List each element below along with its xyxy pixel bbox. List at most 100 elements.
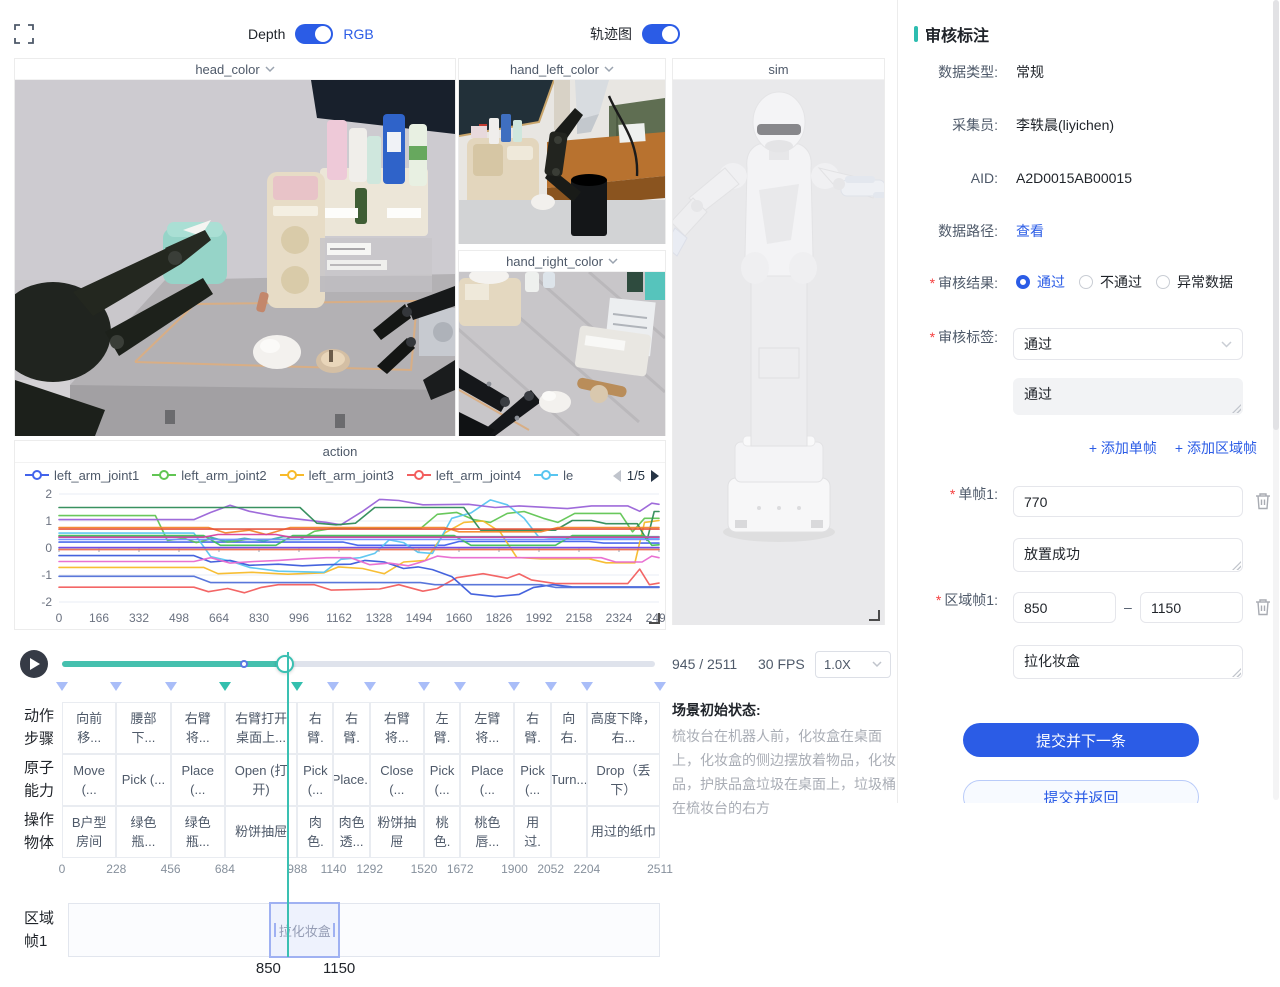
region-frame-track[interactable]: 拉化妆盒	[68, 903, 660, 957]
depth-rgb-toggle[interactable]	[295, 24, 333, 44]
hand-right-camera-header[interactable]: hand_right_color	[459, 251, 665, 272]
atomic-abilities-cell[interactable]: Pick (...	[514, 754, 550, 806]
action-steps-cell[interactable]: 右臂将...	[370, 702, 424, 754]
submit-return-button[interactable]: 提交并返回	[963, 780, 1199, 803]
action-steps-cell[interactable]: 右臂.	[514, 702, 550, 754]
segment-marker[interactable]	[56, 682, 68, 697]
action-steps-cell[interactable]: 左臂将...	[460, 702, 514, 754]
data-path-link[interactable]: 查看	[1016, 221, 1044, 241]
play-button[interactable]	[20, 650, 48, 678]
legend-item-left_arm_joint3[interactable]: left_arm_joint3	[280, 468, 394, 483]
hand-left-camera-header[interactable]: hand_left_color	[459, 59, 665, 80]
single-frame-marker-dot[interactable]	[240, 660, 248, 668]
action-steps-cell[interactable]: 右臂.	[333, 702, 369, 754]
head-camera-header[interactable]: head_color	[15, 59, 455, 80]
delete-region-frame-icon[interactable]	[1255, 598, 1271, 616]
region-end-input[interactable]	[1140, 592, 1243, 623]
operated-objects-cell[interactable]: 肉色.	[297, 806, 333, 858]
operated-objects-cell[interactable]: 绿色瓶...	[171, 806, 225, 858]
atomic-abilities-cell[interactable]: Close (...	[370, 754, 424, 806]
segment-marker[interactable]	[545, 682, 557, 697]
atomic-abilities-cell[interactable]: Pick (...	[424, 754, 460, 806]
review-result-option-1[interactable]: 不通过	[1079, 272, 1142, 292]
segment-marker[interactable]	[165, 682, 177, 697]
atomic-abilities-cell[interactable]: Open (打开)	[225, 754, 297, 806]
action-steps-cell[interactable]: 腰部下...	[116, 702, 170, 754]
operated-objects-cell[interactable]: 桃色唇...	[460, 806, 514, 858]
segment-right-handle[interactable]	[333, 923, 335, 937]
atomic-abilities-cell[interactable]: Place (...	[171, 754, 225, 806]
segment-marker[interactable]	[291, 682, 303, 697]
legend-item-left_arm_joint2[interactable]: left_arm_joint2	[152, 468, 266, 483]
atomic-abilities-cell[interactable]: Move (...	[62, 754, 116, 806]
review-result-option-0[interactable]: 通过	[1016, 272, 1065, 292]
panel-scrollbar-thumb[interactable]	[1273, 0, 1279, 430]
operated-objects-cell[interactable]: 用过.	[514, 806, 550, 858]
segment-marker[interactable]	[219, 682, 231, 697]
single-frame-input[interactable]	[1013, 486, 1243, 517]
action-steps-cell[interactable]: 左臂.	[424, 702, 460, 754]
required-asterisk: *	[936, 592, 941, 608]
add-single-frame-link[interactable]: + 添加单帧	[1089, 438, 1157, 458]
segment-marker[interactable]	[581, 682, 593, 697]
operated-objects-cell[interactable]: 用过的纸巾	[587, 806, 660, 858]
legend-item-le[interactable]: le	[534, 468, 573, 483]
resize-handle-icon[interactable]	[649, 613, 660, 624]
action-steps-cell[interactable]: 高度下降，右...	[587, 702, 660, 754]
operated-objects-cell[interactable]: 粉饼抽屉	[370, 806, 424, 858]
atomic-abilities-cell[interactable]: Turn...	[551, 754, 587, 806]
speed-select[interactable]: 1.0X	[815, 651, 891, 678]
svg-text:1328: 1328	[366, 611, 393, 625]
required-asterisk: *	[930, 275, 935, 291]
segment-marker[interactable]	[110, 682, 122, 697]
submit-next-button[interactable]: 提交并下一条	[963, 723, 1199, 757]
svg-text:2158: 2158	[566, 611, 593, 625]
delete-single-frame-icon[interactable]	[1255, 492, 1271, 510]
action-steps-cell[interactable]: 向右.	[551, 702, 587, 754]
operated-objects-cell[interactable]: 粉饼抽屉	[225, 806, 297, 858]
resize-handle-icon[interactable]	[869, 610, 880, 621]
operated-objects-cell[interactable]: 肉色透...	[333, 806, 369, 858]
segment-marker[interactable]	[327, 682, 339, 697]
segment-marker[interactable]	[454, 682, 466, 697]
region-segment-label: 拉化妆盒	[279, 921, 331, 940]
single-frame-note-textarea[interactable]: 放置成功	[1013, 538, 1243, 572]
field-label: AID:	[898, 170, 998, 186]
legend-next-icon[interactable]	[650, 470, 659, 482]
atomic-abilities-cell[interactable]: Pick (...	[297, 754, 333, 806]
segment-marker[interactable]	[654, 682, 666, 697]
segment-marker[interactable]	[364, 682, 376, 697]
legend-prev-icon[interactable]	[613, 470, 622, 482]
action-steps-cell[interactable]: 右臂打开桌面上...	[225, 702, 297, 754]
atomic-abilities-cell[interactable]: Place (...	[460, 754, 514, 806]
progress-slider-handle[interactable]	[276, 655, 294, 673]
review-tag-note-textarea[interactable]: 通过	[1013, 378, 1243, 415]
depth-rgb-toggle-group: Depth RGB	[248, 24, 374, 44]
legend-item-left_arm_joint1[interactable]: left_arm_joint1	[25, 468, 139, 483]
region-start-input[interactable]	[1013, 592, 1116, 623]
sim-view[interactable]	[673, 80, 884, 625]
operated-objects-cell[interactable]	[551, 806, 587, 858]
review-tag-select[interactable]: 通过	[1013, 328, 1243, 360]
segment-marker[interactable]	[508, 682, 520, 697]
action-steps-cell[interactable]: 右臂.	[297, 702, 333, 754]
action-steps-cell[interactable]: 右臂将...	[171, 702, 225, 754]
trajectory-toggle[interactable]	[642, 24, 680, 44]
operated-objects-cell[interactable]: B户型房间	[62, 806, 116, 858]
region-frame-segment[interactable]: 拉化妆盒	[269, 902, 340, 958]
operated-objects-cell[interactable]: 绿色瓶...	[116, 806, 170, 858]
add-region-frame-link[interactable]: + 添加区域帧	[1175, 438, 1257, 458]
atomic-abilities-cell[interactable]: Place..	[333, 754, 369, 806]
segment-marker[interactable]	[418, 682, 430, 697]
atomic-abilities-cell[interactable]: Drop（丢下）	[587, 754, 660, 806]
atomic-abilities-cell[interactable]: Pick (...	[116, 754, 170, 806]
operated-objects-cell[interactable]: 桃色.	[424, 806, 460, 858]
region-frame-note-textarea[interactable]: 拉化妆盒	[1013, 645, 1243, 679]
fullscreen-icon[interactable]	[14, 24, 34, 44]
review-result-option-2[interactable]: 异常数据	[1156, 272, 1233, 292]
segment-left-handle[interactable]	[274, 923, 276, 937]
action-line-chart[interactable]: 210-1-2016633249866483099611621328149416…	[15, 488, 665, 630]
legend-item-left_arm_joint4[interactable]: left_arm_joint4	[407, 468, 521, 483]
progress-slider[interactable]	[62, 661, 655, 667]
action-steps-cell[interactable]: 向前移...	[62, 702, 116, 754]
